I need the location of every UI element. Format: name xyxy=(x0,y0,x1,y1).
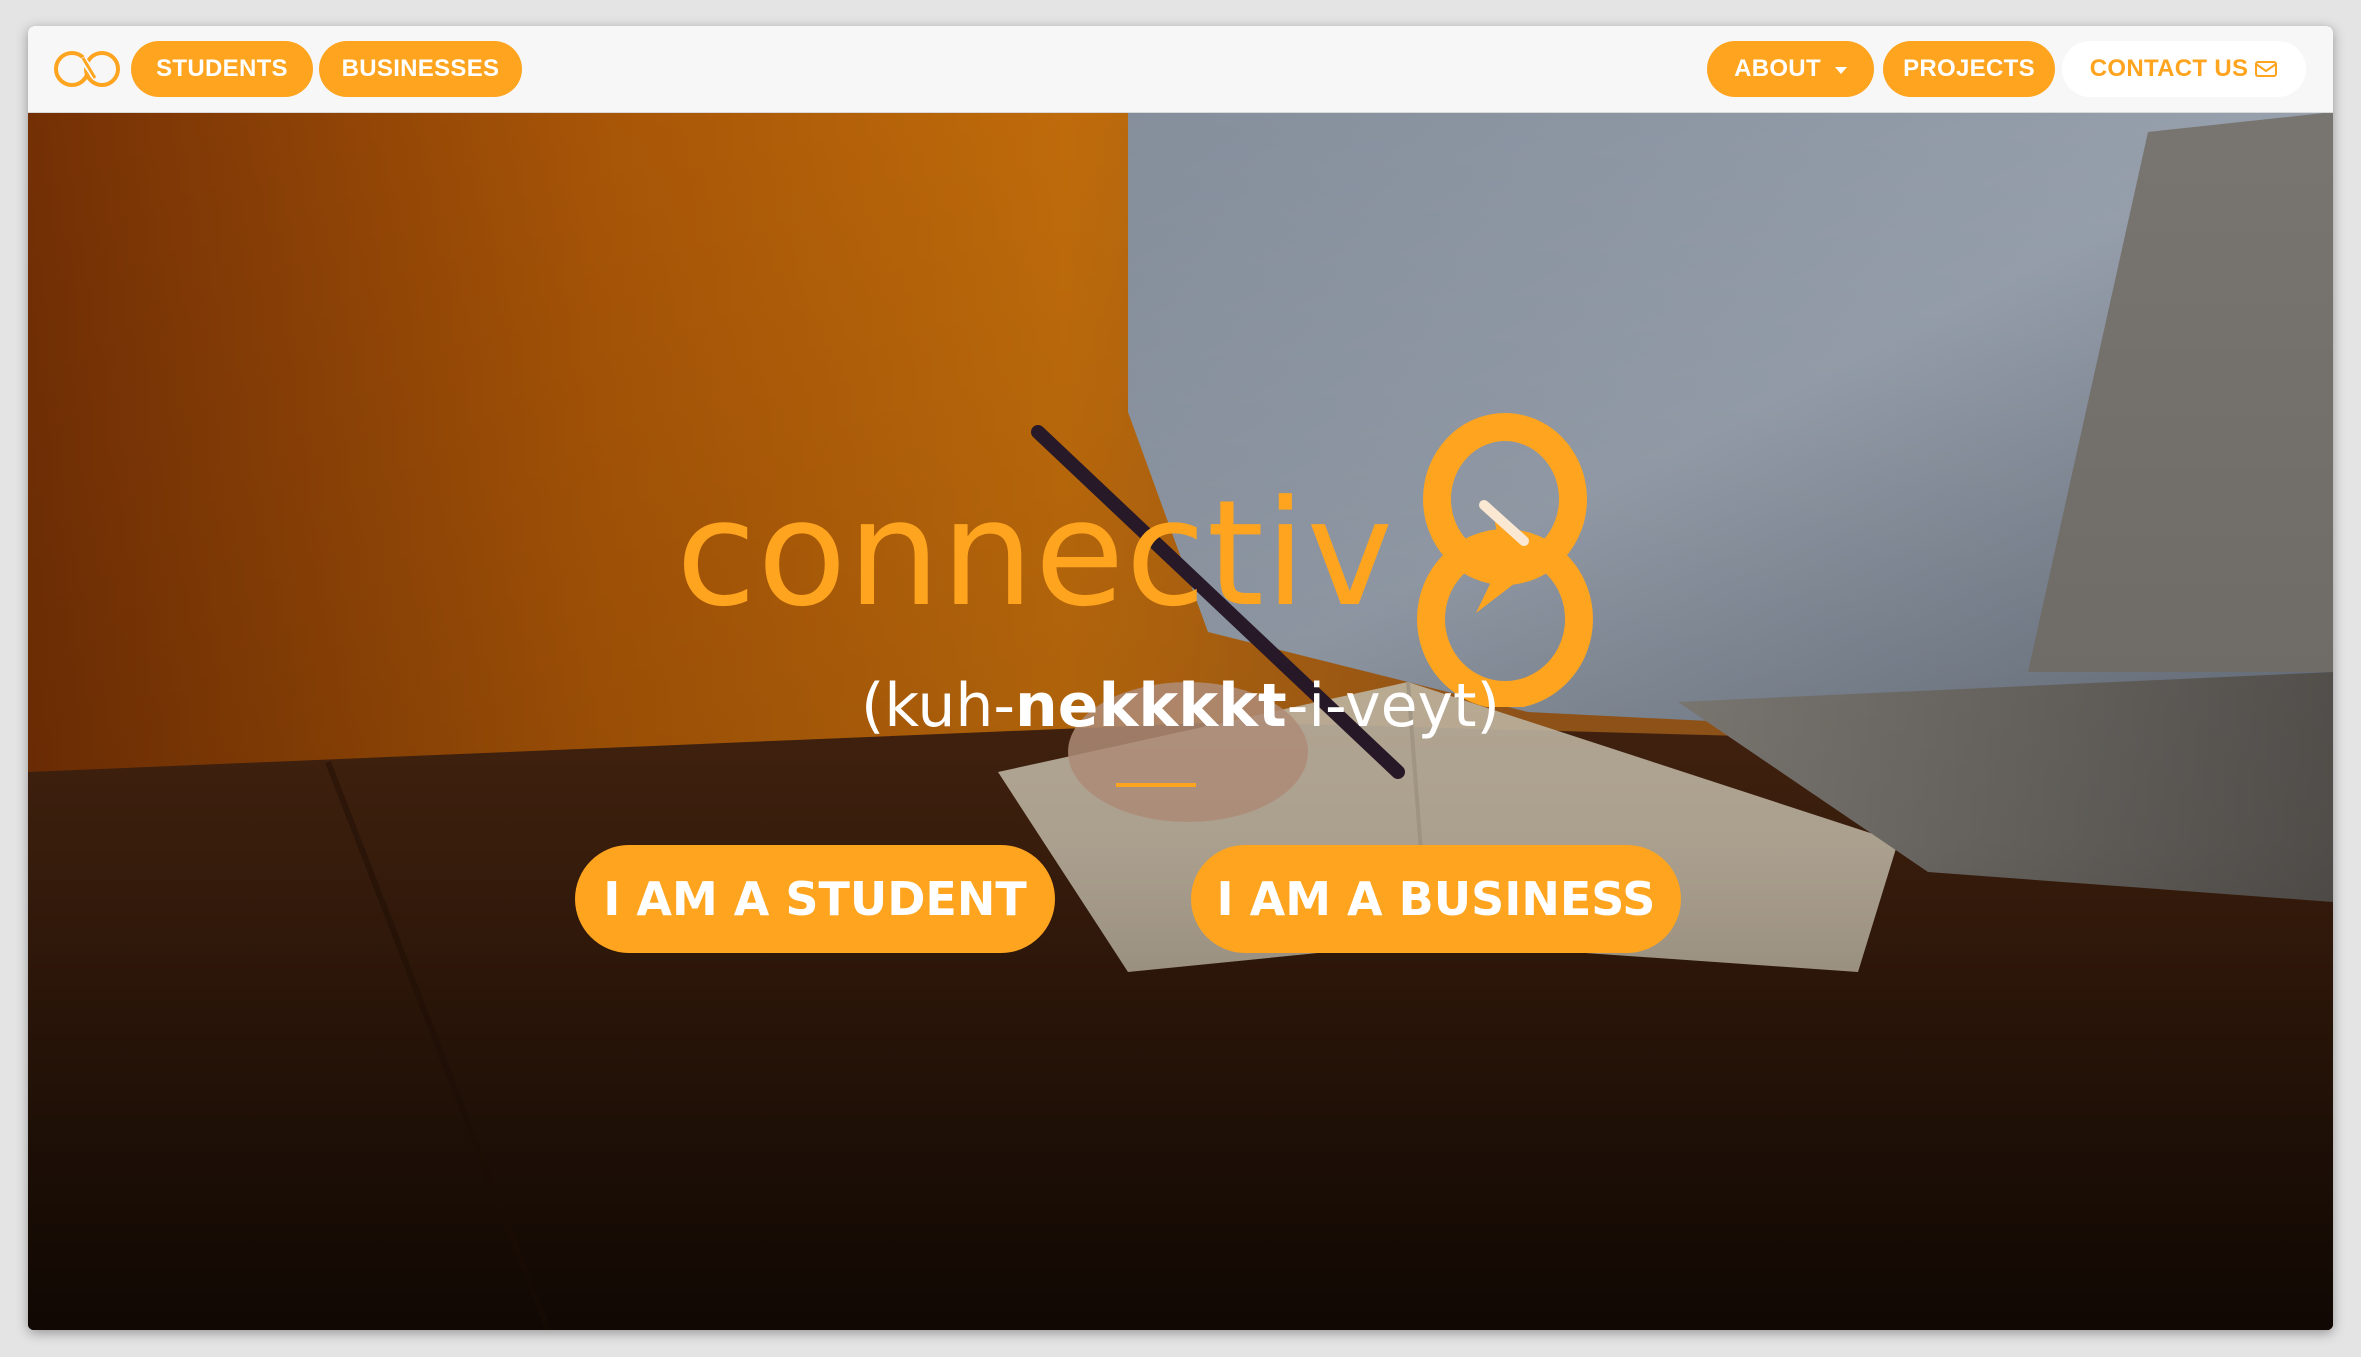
nav-students-label: STUDENTS xyxy=(156,55,288,82)
nav-contact-label: CONTACT US xyxy=(2089,55,2249,82)
connectiv8-logo-icon[interactable] xyxy=(52,48,124,90)
pronunciation-guide: (kuh-nekkkkt-i-veyt) xyxy=(28,676,2333,736)
nav-about-dropdown[interactable]: ABOUT xyxy=(1707,41,1874,97)
hero-section: connectiv (kuh-nekkkkt-i-veyt) I AM A ST… xyxy=(28,112,2333,1330)
pronunciation-open: (kuh- xyxy=(861,671,1016,741)
nav-businesses-label: BUSINESSES xyxy=(341,55,500,82)
top-navbar: STUDENTS BUSINESSES ABOUT PROJECTS CONTA… xyxy=(28,26,2333,113)
nav-projects-button[interactable]: PROJECTS xyxy=(1883,41,2055,97)
chevron-down-icon xyxy=(1834,66,1847,74)
i-am-a-business-button[interactable]: I AM A BUSINESS xyxy=(1191,845,1681,953)
nav-businesses-button[interactable]: BUSINESSES xyxy=(319,41,522,97)
nav-projects-label: PROJECTS xyxy=(1903,55,2035,82)
nav-students-button[interactable]: STUDENTS xyxy=(131,41,313,97)
pronunciation-stress: nekkkkt xyxy=(1015,671,1287,741)
brand-wordmark: connectiv xyxy=(676,469,1394,639)
i-am-a-business-label: I AM A BUSINESS xyxy=(1216,872,1656,926)
brand-eight-arrow-logo xyxy=(1417,413,1593,707)
i-am-a-student-label: I AM A STUDENT xyxy=(603,872,1027,926)
hero-divider xyxy=(1116,783,1196,787)
i-am-a-student-button[interactable]: I AM A STUDENT xyxy=(575,845,1055,953)
envelope-icon xyxy=(2255,61,2278,77)
browser-viewport: STUDENTS BUSINESSES ABOUT PROJECTS CONTA… xyxy=(28,26,2333,1330)
nav-contact-button[interactable]: CONTACT US xyxy=(2062,41,2306,97)
pronunciation-rest: -i-veyt) xyxy=(1286,671,1500,741)
nav-about-label: ABOUT xyxy=(1734,55,1821,82)
